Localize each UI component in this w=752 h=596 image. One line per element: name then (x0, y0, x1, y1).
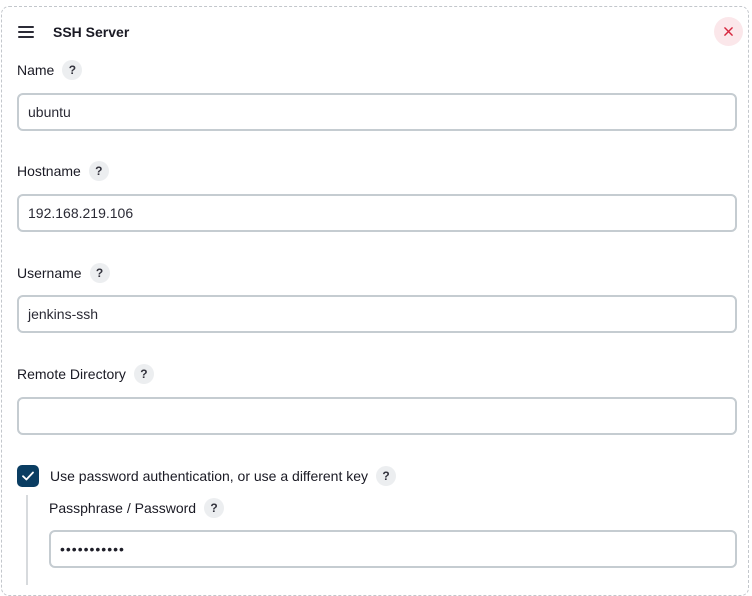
name-label: Name (17, 62, 55, 78)
panel-title: SSH Server (53, 24, 130, 40)
password-auth-help-icon[interactable]: ? (376, 466, 397, 486)
drag-handle-icon[interactable] (18, 26, 34, 38)
remote-directory-label: Remote Directory (17, 366, 126, 382)
passphrase-label-row: Passphrase / Password ? (49, 498, 225, 518)
remote-directory-input[interactable] (17, 397, 737, 435)
hostname-help-icon[interactable]: ? (88, 161, 109, 181)
passphrase-input[interactable]: ••••••••••• (49, 530, 737, 568)
passphrase-label: Passphrase / Password (49, 500, 197, 516)
username-label: Username (17, 265, 82, 281)
delete-server-button[interactable] (714, 17, 743, 46)
username-input-value: jenkins-ssh (28, 306, 99, 322)
remote-directory-help-icon[interactable]: ? (133, 364, 154, 384)
username-input[interactable]: jenkins-ssh (17, 295, 737, 333)
hostname-label: Hostname (17, 163, 81, 179)
name-label-row: Name ? (17, 60, 83, 80)
password-auth-checkbox[interactable] (17, 465, 39, 487)
hostname-input-value: 192.168.219.106 (28, 205, 134, 221)
panel-header: SSH Server (18, 22, 129, 42)
hostname-input[interactable]: 192.168.219.106 (17, 194, 737, 232)
checkmark-icon (22, 471, 34, 481)
name-input-value: ubuntu (28, 104, 71, 120)
hostname-label-row: Hostname ? (17, 161, 109, 181)
password-auth-label[interactable]: Use password authentication, or use a di… (50, 468, 368, 484)
password-auth-label-row: Use password authentication, or use a di… (50, 466, 397, 486)
nested-section-divider (26, 495, 28, 585)
remote-directory-label-row: Remote Directory ? (17, 364, 154, 384)
name-input[interactable]: ubuntu (17, 93, 737, 131)
passphrase-input-value: ••••••••••• (60, 541, 125, 557)
username-label-row: Username ? (17, 263, 110, 283)
close-icon (724, 27, 733, 36)
username-help-icon[interactable]: ? (89, 263, 110, 283)
name-help-icon[interactable]: ? (62, 60, 83, 80)
passphrase-help-icon[interactable]: ? (204, 498, 225, 518)
